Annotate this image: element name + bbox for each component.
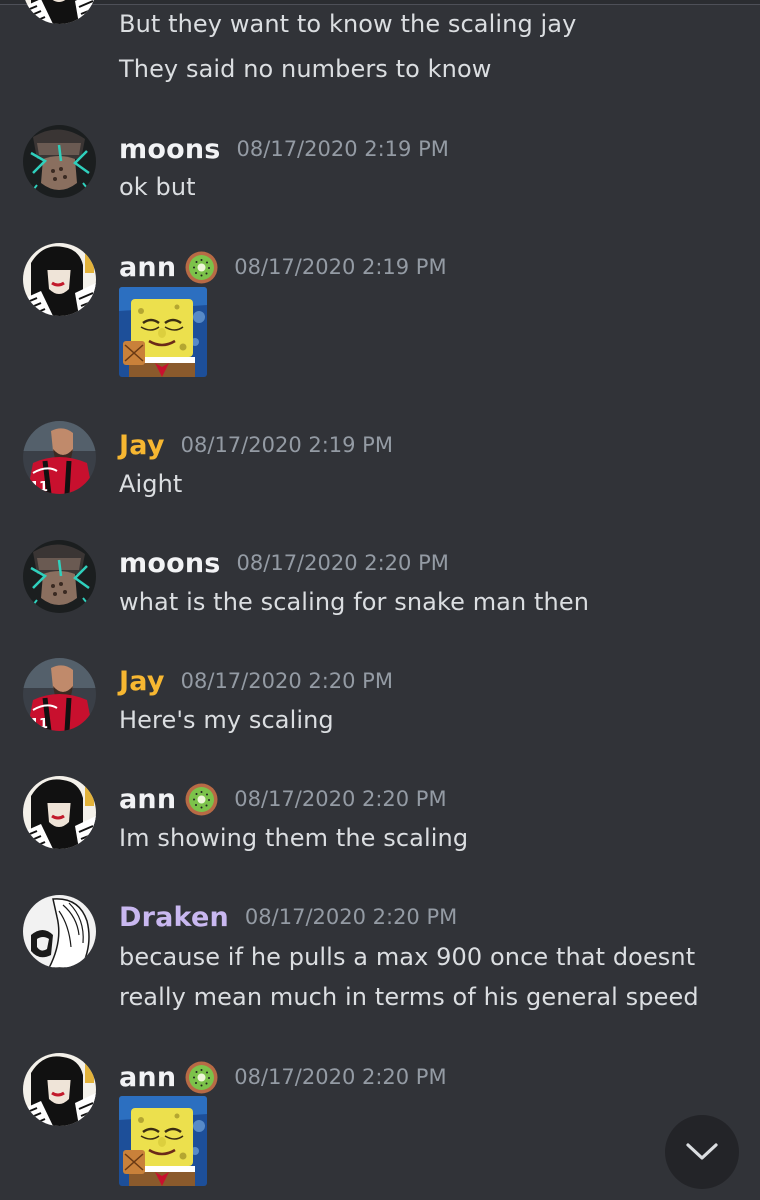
avatar-ann[interactable] [23, 1053, 96, 1126]
message-text: really mean much in terms of his general… [119, 983, 699, 1011]
username[interactable]: Jay [119, 666, 165, 697]
avatar-moons[interactable] [23, 540, 96, 613]
message-text: Here's my scaling [119, 706, 334, 734]
avatar-draken[interactable] [23, 895, 96, 968]
message-header: Jay 08/17/2020 2:20 PM [119, 664, 393, 698]
avatar-moons[interactable] [23, 125, 96, 198]
message-header: Jay 08/17/2020 2:19 PM [119, 428, 393, 462]
username[interactable]: Jay [119, 430, 165, 461]
avatar-ann[interactable] [23, 243, 96, 316]
kiwi-emoji-icon [185, 783, 218, 816]
timestamp: 08/17/2020 2:20 PM [180, 669, 393, 693]
timestamp: 08/17/2020 2:20 PM [236, 551, 449, 575]
avatar-jay[interactable] [23, 421, 96, 494]
username[interactable]: ann [119, 252, 176, 283]
avatar-ann[interactable] [23, 776, 96, 849]
message-text: ok but [119, 173, 196, 201]
timestamp: 08/17/2020 2:19 PM [234, 255, 447, 279]
image-attachment[interactable] [119, 287, 207, 377]
message-text: They said no numbers to know [119, 55, 492, 83]
username[interactable]: ann [119, 784, 176, 815]
timestamp: 08/17/2020 2:20 PM [234, 787, 447, 811]
kiwi-emoji-icon [185, 1061, 218, 1094]
timestamp: 08/17/2020 2:19 PM [236, 137, 449, 161]
top-divider [0, 0, 760, 5]
timestamp: 08/17/2020 2:19 PM [180, 433, 393, 457]
message-text: because if he pulls a max 900 once that … [119, 943, 696, 971]
message-header: moons 08/17/2020 2:20 PM [119, 546, 449, 580]
message-text: Aight [119, 470, 183, 498]
message-header: Draken 08/17/2020 2:20 PM [119, 900, 457, 934]
username[interactable]: ann [119, 1062, 176, 1093]
username[interactable]: Draken [119, 902, 229, 933]
message-header: ann 08/17/2020 2:19 PM [119, 250, 447, 284]
jump-to-bottom-button[interactable] [665, 1115, 739, 1189]
message-text: Im showing them the scaling [119, 824, 469, 852]
chevron-down-icon [686, 1143, 718, 1160]
avatar-ann[interactable] [23, 0, 96, 24]
timestamp: 08/17/2020 2:20 PM [244, 905, 458, 929]
kiwi-emoji-icon [185, 251, 218, 284]
message-text: But they want to know the scaling jay [119, 10, 577, 38]
username[interactable]: moons [119, 134, 221, 165]
message-text: what is the scaling for snake man then [119, 588, 590, 616]
message-header: ann 08/17/2020 2:20 PM [119, 1060, 447, 1094]
username[interactable]: moons [119, 548, 221, 579]
timestamp: 08/17/2020 2:20 PM [234, 1065, 447, 1089]
image-attachment[interactable] [119, 1096, 207, 1186]
message-header: ann 08/17/2020 2:20 PM [119, 782, 447, 816]
message-header: moons 08/17/2020 2:19 PM [119, 132, 449, 166]
avatar-jay[interactable] [23, 658, 96, 731]
